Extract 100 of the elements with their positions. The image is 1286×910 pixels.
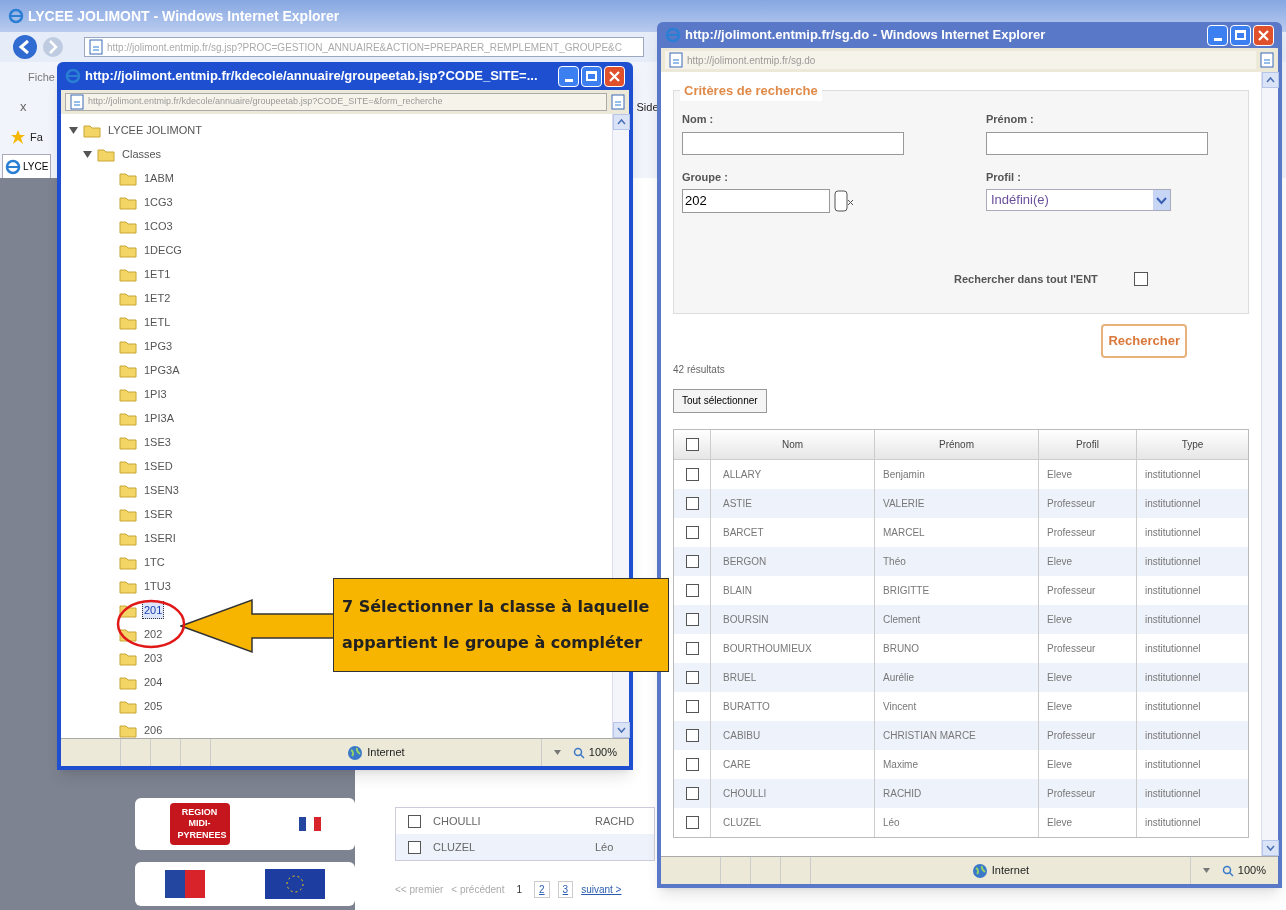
checkbox[interactable] xyxy=(685,583,699,597)
tree-item[interactable]: 1ETL xyxy=(142,313,173,331)
tree-item[interactable]: 1ET1 xyxy=(142,265,173,283)
clear-icon[interactable] xyxy=(834,189,856,213)
scroll-up-icon[interactable] xyxy=(613,114,630,130)
checkbox[interactable] xyxy=(685,815,699,829)
tree-item[interactable]: 1PG3A xyxy=(142,361,182,379)
table-cell: CLUZEL xyxy=(710,807,874,837)
table-cell: Professeur xyxy=(1038,517,1136,547)
pagination-link[interactable]: 3 xyxy=(557,881,574,898)
caret-icon[interactable] xyxy=(553,750,561,755)
column-header[interactable]: Type xyxy=(1136,429,1248,459)
magnifier-icon xyxy=(572,746,585,759)
checkbox[interactable] xyxy=(685,728,699,742)
checkbox[interactable] xyxy=(685,641,699,655)
pagination-link[interactable]: suivant > xyxy=(581,882,622,897)
checkbox[interactable] xyxy=(408,814,421,828)
column-header[interactable]: Nom xyxy=(710,429,874,459)
tree-item[interactable]: 1ET2 xyxy=(142,289,173,307)
table-cell: BRUNO xyxy=(874,633,1038,663)
tree-item[interactable]: 1SER xyxy=(142,505,175,523)
checkbox[interactable] xyxy=(685,496,699,510)
tree-item[interactable]: 202 xyxy=(142,625,165,643)
pagination-link[interactable]: 2 xyxy=(534,881,550,898)
close-button[interactable] xyxy=(1253,24,1274,46)
expand-toggle-icon[interactable] xyxy=(69,125,78,135)
checkbox[interactable] xyxy=(1133,272,1148,287)
browser-icon xyxy=(65,68,81,84)
tree-item[interactable]: 1CG3 xyxy=(142,193,175,211)
minimize-button[interactable] xyxy=(558,65,579,87)
input-field[interactable] xyxy=(986,131,1208,155)
table-cell-text: RACHD xyxy=(595,813,635,829)
tree-item[interactable]: Classes xyxy=(120,145,164,163)
zone-label: Internet xyxy=(991,863,1030,879)
folder-icon xyxy=(119,602,137,618)
zoom-control[interactable]: 100% xyxy=(1221,862,1266,879)
tree-item[interactable]: 1SEN3 xyxy=(142,481,181,499)
scroll-up-icon[interactable] xyxy=(1262,72,1279,88)
maximize-button[interactable] xyxy=(581,65,602,87)
table-cell: CARE xyxy=(710,749,874,779)
tree-item[interactable]: 1PI3 xyxy=(142,385,169,403)
checkbox[interactable] xyxy=(685,670,699,684)
table-cell: Professeur xyxy=(1038,633,1136,663)
table-cell: BURATTO xyxy=(710,691,874,721)
checkbox[interactable] xyxy=(685,525,699,539)
zoom-control[interactable]: 100% xyxy=(572,744,617,761)
checkbox[interactable] xyxy=(685,786,699,800)
table-cell: institutionnel xyxy=(1136,488,1248,518)
table-cell: BERGON xyxy=(710,546,874,576)
favorites-button[interactable]: Fa xyxy=(30,128,43,146)
tree-item[interactable]: 205 xyxy=(142,697,165,715)
tree-item[interactable]: 1SED xyxy=(142,457,175,475)
scrollbar[interactable] xyxy=(1261,72,1278,856)
checkbox[interactable] xyxy=(685,437,699,451)
tree-item[interactable]: 1SE3 xyxy=(142,433,173,451)
tree-item[interactable]: 1TC xyxy=(142,553,167,571)
flag-icon xyxy=(298,817,321,831)
field-label: Groupe : xyxy=(682,169,729,185)
tree-item[interactable]: LYCEE JOLIMONT xyxy=(106,121,204,139)
input-field[interactable]: 202 xyxy=(682,189,830,213)
scroll-down-icon[interactable] xyxy=(613,722,630,738)
tree-item[interactable]: 1PG3 xyxy=(142,337,175,355)
checkbox[interactable] xyxy=(685,612,699,626)
caret-icon[interactable] xyxy=(1202,868,1210,873)
field-label: Profil : xyxy=(986,169,1022,185)
table-cell-text: Léo xyxy=(595,839,614,855)
menu-item[interactable]: Fiche xyxy=(28,68,55,86)
pagination-link[interactable]: 1 xyxy=(512,882,527,897)
checkbox[interactable] xyxy=(408,840,421,854)
close-button[interactable] xyxy=(604,65,625,87)
maximize-button[interactable] xyxy=(1230,24,1251,46)
back-button[interactable] xyxy=(12,34,38,60)
checkbox[interactable] xyxy=(685,467,699,481)
dropdown[interactable]: Indéfini(e) xyxy=(986,189,1171,211)
column-header[interactable]: Prénom xyxy=(874,429,1038,459)
checkbox[interactable] xyxy=(685,757,699,771)
input-field[interactable] xyxy=(682,131,904,155)
stop-button[interactable]: x xyxy=(20,97,27,117)
select-all-button[interactable]: Tout sélectionner xyxy=(673,388,767,413)
tree-item[interactable]: 204 xyxy=(142,673,165,691)
tree-item[interactable]: 1DECG xyxy=(142,241,184,259)
page-icon xyxy=(70,94,84,110)
table-cell: Aurélie xyxy=(874,662,1038,692)
browser-tab[interactable]: LYCE xyxy=(2,154,52,178)
tree-item[interactable]: 1SERI xyxy=(142,529,178,547)
tree-item[interactable]: 206 xyxy=(142,721,165,738)
tree-item[interactable]: 1TU3 xyxy=(142,577,173,595)
tree-item[interactable]: 203 xyxy=(142,649,165,667)
checkbox[interactable] xyxy=(685,554,699,568)
tree-item[interactable]: 1PI3A xyxy=(142,409,176,427)
expand-toggle-icon[interactable] xyxy=(83,149,92,159)
tree-item[interactable]: 1ABM xyxy=(142,169,176,187)
checkbox[interactable] xyxy=(685,699,699,713)
minimize-button[interactable] xyxy=(1207,24,1228,46)
scroll-down-icon[interactable] xyxy=(1262,840,1279,856)
column-header[interactable]: Profil xyxy=(1038,429,1136,459)
table-cell: BRUEL xyxy=(710,662,874,692)
magnifier-icon xyxy=(1221,864,1234,877)
tree-item[interactable]: 1CO3 xyxy=(142,217,175,235)
toolbar-item[interactable]: Side xyxy=(636,98,659,116)
